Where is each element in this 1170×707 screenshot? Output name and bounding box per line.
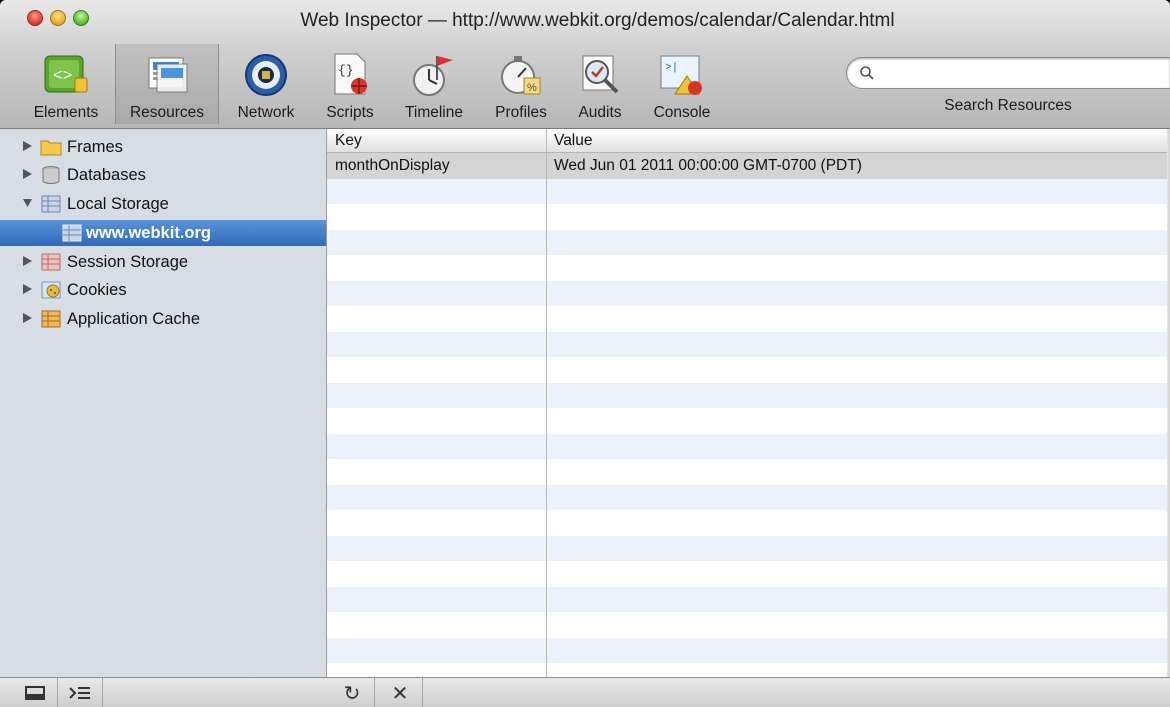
toolbar-timeline-label: Timeline <box>405 104 463 121</box>
sidebar-item-label: Session Storage <box>67 253 189 271</box>
resources-icon <box>148 57 188 93</box>
sidebar-item-label: Frames <box>67 138 123 156</box>
app-cache-icon <box>41 310 61 328</box>
storage-data-grid: monthOnDisplay Wed Jun 01 2011 00:00:00 G… <box>327 129 1170 689</box>
disclosure-collapsed-icon[interactable] <box>23 284 32 294</box>
sidebar-item-label: Cookies <box>67 281 127 299</box>
column-divider[interactable] <box>546 129 547 677</box>
svg-text:%: % <box>527 82 537 94</box>
refresh-icon: ↻ <box>343 682 361 705</box>
search-label: Search Resources <box>944 97 1072 114</box>
svg-text:{}: {} <box>338 63 354 78</box>
storage-grid-icon <box>41 195 61 213</box>
toolbar-console-label: Console <box>653 104 711 121</box>
column-header-key[interactable]: Key <box>335 132 362 150</box>
console-drawer-icon <box>69 687 90 699</box>
cookie-icon <box>41 281 61 299</box>
disclosure-collapsed-icon[interactable] <box>23 256 32 266</box>
toolbar-profiles-button[interactable]: % Profiles <box>486 44 556 124</box>
elements-icon: <> <box>44 55 88 93</box>
toolbar-resources-label: Resources <box>129 104 205 121</box>
sidebar-item-local-storage[interactable]: Local Storage <box>0 191 326 217</box>
table-row[interactable] <box>327 331 1170 357</box>
dock-toggle-icon <box>25 686 45 700</box>
toolbar-network-button[interactable]: Network <box>222 44 310 124</box>
sidebar-item-session-storage[interactable]: Session Storage <box>0 249 326 275</box>
sidebar-item-label: Application Cache <box>67 310 200 328</box>
table-row[interactable] <box>327 561 1170 587</box>
toolbar-elements-label: Elements <box>33 104 99 121</box>
cell-key[interactable]: monthOnDisplay <box>335 157 450 175</box>
table-row[interactable] <box>327 637 1170 663</box>
console-drawer-button[interactable] <box>58 678 103 707</box>
sidebar-item-label: www.webkit.org <box>86 224 211 242</box>
profiles-icon: % <box>501 56 541 95</box>
table-row[interactable] <box>327 255 1170 281</box>
table-row[interactable] <box>327 484 1170 510</box>
table-row[interactable] <box>327 510 1170 536</box>
table-row[interactable] <box>327 229 1170 255</box>
sidebar-item-label: Local Storage <box>67 195 169 213</box>
dock-toggle-button[interactable] <box>13 678 58 707</box>
search-input[interactable] <box>877 62 1161 86</box>
magnifier-icon <box>860 66 874 80</box>
table-row[interactable] <box>327 586 1170 612</box>
titlebar: Web Inspector — http://www.webkit.org/de… <box>0 0 1170 129</box>
table-row[interactable] <box>327 306 1170 332</box>
session-storage-icon <box>41 253 61 271</box>
toolbar-scripts-button[interactable]: {} Scripts <box>314 44 386 124</box>
disclosure-collapsed-icon[interactable] <box>23 169 32 179</box>
table-row[interactable] <box>327 459 1170 485</box>
search-field[interactable] <box>846 57 1170 89</box>
disclosure-expanded-icon[interactable] <box>23 198 32 208</box>
sidebar-item-webkit-origin[interactable]: www.webkit.org <box>0 220 326 246</box>
toolbar-audits-button[interactable]: Audits <box>566 44 634 124</box>
toolbar-scripts-label: Scripts <box>326 104 374 121</box>
table-row[interactable]: monthOnDisplay Wed Jun 01 2011 00:00:00 G… <box>327 153 1170 179</box>
svg-text:>|: >| <box>665 62 678 74</box>
audits-icon <box>582 55 619 94</box>
table-row[interactable] <box>327 612 1170 638</box>
grid-header: Key Value <box>327 129 1170 153</box>
column-header-value[interactable]: Value <box>554 132 593 150</box>
table-row[interactable] <box>327 433 1170 459</box>
console-icon: >| <box>660 55 702 95</box>
table-row[interactable] <box>327 382 1170 408</box>
storage-grid-icon <box>62 224 82 242</box>
sidebar-item-databases[interactable]: Databases <box>0 162 326 188</box>
table-row[interactable] <box>327 535 1170 561</box>
resources-sidebar: Frames Databases Local Storage www.webki… <box>0 129 327 677</box>
disclosure-collapsed-icon[interactable] <box>23 313 32 323</box>
sidebar-item-label: Databases <box>67 166 146 184</box>
web-inspector-window: Web Inspector — http://www.webkit.org/de… <box>0 0 1170 707</box>
toolbar-resources-button[interactable]: Resources <box>115 44 219 124</box>
table-row[interactable] <box>327 204 1170 230</box>
toolbar-timeline-button[interactable]: Timeline <box>392 44 476 124</box>
refresh-button[interactable]: ↻ <box>330 678 375 707</box>
table-row[interactable] <box>327 408 1170 434</box>
sidebar-item-frames[interactable]: Frames <box>0 134 326 160</box>
table-row[interactable] <box>327 178 1170 204</box>
scripts-icon: {} <box>334 53 367 95</box>
network-icon <box>245 54 287 96</box>
status-bar: ↻ ✕ <box>0 677 1170 707</box>
timeline-icon <box>413 56 453 96</box>
sidebar-item-application-cache[interactable]: Application Cache <box>0 306 326 332</box>
disclosure-collapsed-icon[interactable] <box>23 141 32 151</box>
folder-icon <box>40 140 62 156</box>
table-row[interactable] <box>327 357 1170 383</box>
toolbar-elements-button[interactable]: <> Elements <box>20 44 112 124</box>
window-title: Web Inspector — http://www.webkit.org/de… <box>300 10 895 31</box>
delete-icon: ✕ <box>391 682 409 705</box>
database-icon <box>42 166 60 184</box>
toolbar-audits-label: Audits <box>578 104 622 121</box>
sidebar-item-cookies[interactable]: Cookies <box>0 277 326 303</box>
toolbar-console-button[interactable]: >| Console <box>642 44 722 124</box>
cell-value[interactable]: Wed Jun 01 2011 00:00:00 GMT-0700 (PDT) <box>554 157 862 175</box>
delete-button[interactable]: ✕ <box>378 678 423 707</box>
table-row[interactable] <box>327 280 1170 306</box>
toolbar-profiles-label: Profiles <box>495 104 547 121</box>
svg-text:<>: <> <box>53 67 72 85</box>
toolbar-network-label: Network <box>237 104 295 121</box>
